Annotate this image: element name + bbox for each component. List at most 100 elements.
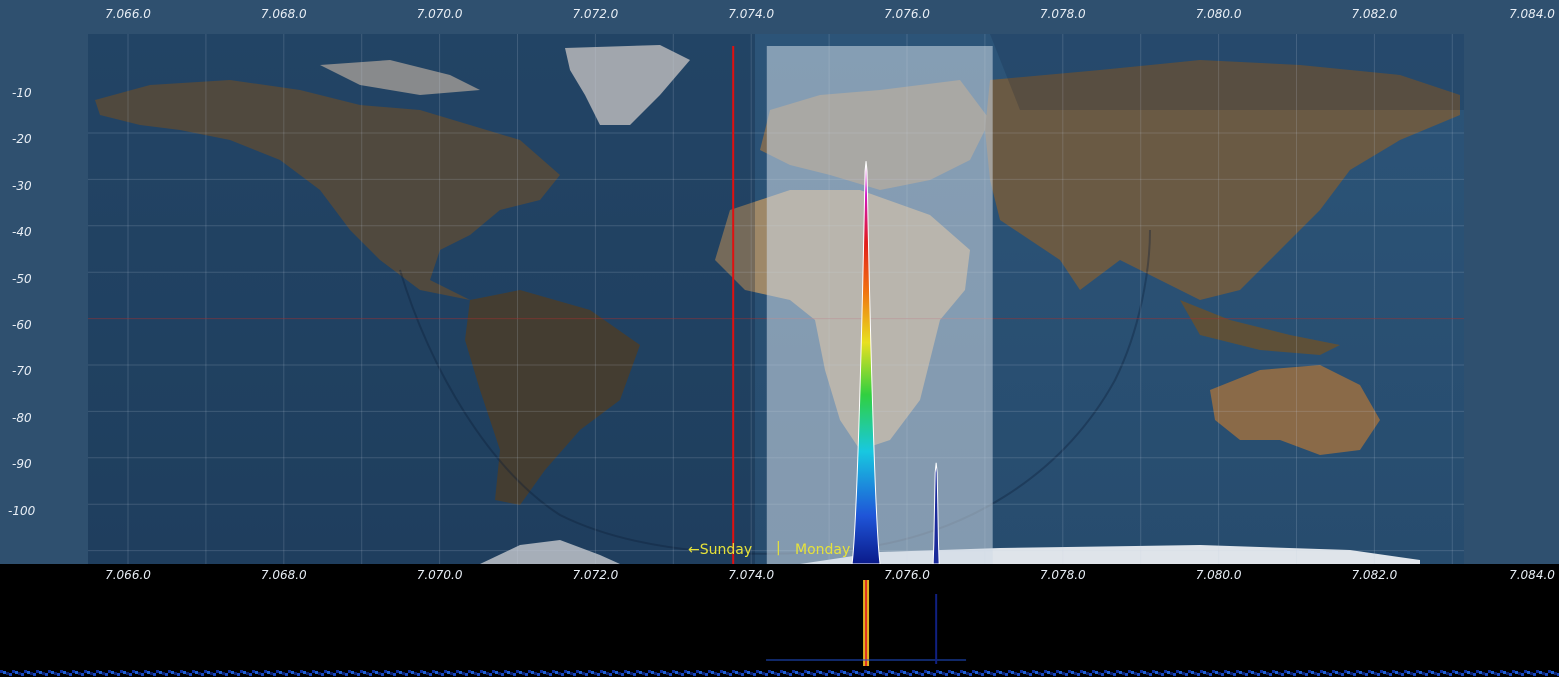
waterfall-noise-cell — [1242, 672, 1245, 675]
waterfall-noise-cell — [705, 673, 708, 676]
waterfall-noise-cell — [1179, 671, 1182, 674]
waterfall-noise-cell — [1404, 670, 1407, 673]
waterfall-noise-cell — [1098, 672, 1101, 675]
waterfall-noise-cell — [945, 673, 948, 676]
waterfall-noise-cell — [18, 672, 21, 675]
waterfall-noise-cell — [324, 670, 327, 673]
waterfall-noise-cell — [822, 672, 825, 675]
waterfall-noise-cell — [1176, 670, 1179, 673]
waterfall-noise-cell — [429, 673, 432, 676]
waterfall-noise-cell — [1125, 673, 1128, 676]
waterfall-noise-cell — [1218, 672, 1221, 675]
waterfall-noise-cell — [1317, 673, 1320, 676]
spectrum-display[interactable]: 7.066.0 7.068.0 7.070.0 7.072.0 7.074.0 7.076… — [0, 0, 1559, 564]
waterfall-weak-signal-trace — [935, 594, 938, 664]
waterfall-noise-cell — [576, 670, 579, 673]
waterfall-noise-cell — [1548, 670, 1551, 673]
waterfall-display[interactable] — [0, 564, 1559, 677]
waterfall-noise-cell — [963, 671, 966, 674]
waterfall-noise-cell — [783, 671, 786, 674]
waterfall-noise-cell — [1092, 670, 1095, 673]
waterfall-noise-cell — [150, 672, 153, 675]
waterfall-noise-cell — [1089, 673, 1092, 676]
waterfall-noise-cell — [120, 670, 123, 673]
waterfall-noise-cell — [1533, 673, 1536, 676]
waterfall-noise-cell — [885, 673, 888, 676]
waterfall-noise-cell — [1452, 670, 1455, 673]
waterfall-noise-cell — [1428, 670, 1431, 673]
waterfall-noise-cell — [1032, 670, 1035, 673]
waterfall-noise-cell — [522, 672, 525, 675]
waterfall-noise-cell — [396, 670, 399, 673]
waterfall-noise-cell — [1419, 671, 1422, 674]
waterfall-noise-cell — [357, 673, 360, 676]
waterfall-noise-cell — [744, 670, 747, 673]
waterfall-noise-cell — [1485, 673, 1488, 676]
waterfall-noise-cell — [651, 671, 654, 674]
waterfall-noise-cell — [87, 671, 90, 674]
waterfall-noise-cell — [1086, 672, 1089, 675]
waterfall-noise-cell — [33, 673, 36, 676]
waterfall-noise-cell — [270, 672, 273, 675]
level-tick-label: -30 — [12, 178, 32, 193]
waterfall-noise-cell — [1203, 671, 1206, 674]
waterfall-noise-cell — [27, 671, 30, 674]
waterfall-noise-cell — [1002, 672, 1005, 675]
waterfall-noise-cell — [891, 671, 894, 674]
spectrum-canvas[interactable] — [0, 0, 1559, 564]
waterfall-noise-cell — [411, 671, 414, 674]
waterfall-noise-cell — [780, 670, 783, 673]
waterfall-noise-cell — [237, 673, 240, 676]
waterfall-noise-cell — [849, 673, 852, 676]
waterfall-noise-cell — [663, 671, 666, 674]
top-frequency-tick-label: 7.070.0 — [416, 7, 463, 21]
waterfall-noise-cell — [216, 670, 219, 673]
waterfall-noise-cell — [597, 673, 600, 676]
waterfall-noise-cell — [858, 672, 861, 675]
waterfall-canvas[interactable] — [0, 564, 1559, 677]
receiver-passband[interactable] — [766, 46, 993, 564]
waterfall-noise-cell — [114, 672, 117, 675]
waterfall-noise-cell — [159, 671, 162, 674]
waterfall-noise-cell — [1365, 673, 1368, 676]
waterfall-noise-cell — [1383, 671, 1386, 674]
waterfall-noise-cell — [621, 673, 624, 676]
top-frequency-tick-label: 7.080.0 — [1195, 7, 1242, 21]
waterfall-noise-cell — [1527, 671, 1530, 674]
waterfall-noise-cell — [405, 673, 408, 676]
waterfall-noise-cell — [1164, 670, 1167, 673]
waterfall-noise-cell — [1416, 670, 1419, 673]
waterfall-noise-cell — [1233, 673, 1236, 676]
waterfall-noise-cell — [753, 673, 756, 676]
waterfall-noise-cell — [141, 673, 144, 676]
waterfall-noise-cell — [1554, 672, 1557, 675]
waterfall-noise-cell — [204, 670, 207, 673]
waterfall-noise-cell — [285, 673, 288, 676]
level-tick-label: -60 — [12, 318, 32, 332]
level-tick-label: -10 — [12, 86, 32, 100]
waterfall-noise-cell — [528, 670, 531, 673]
waterfall-noise-cell — [1056, 670, 1059, 673]
waterfall-noise-cell — [1227, 671, 1230, 674]
waterfall-noise-cell — [735, 671, 738, 674]
waterfall-noise-cell — [984, 670, 987, 673]
waterfall-noise-cell — [69, 673, 72, 676]
waterfall-noise-cell — [1020, 670, 1023, 673]
waterfall-noise-cell — [1341, 673, 1344, 676]
waterfall-noise-cell — [1074, 672, 1077, 675]
waterfall-noise-cell — [1536, 670, 1539, 673]
waterfall-noise-cell — [948, 670, 951, 673]
waterfall-noise-cell — [603, 671, 606, 674]
waterfall-noise-cell — [936, 670, 939, 673]
waterfall-noise-cell — [729, 673, 732, 676]
waterfall-noise-cell — [978, 672, 981, 675]
waterfall-noise-cell — [1128, 670, 1131, 673]
top-frequency-tick-label: 7.082.0 — [1351, 7, 1398, 21]
waterfall-noise-cell — [291, 671, 294, 674]
waterfall-noise-cell — [702, 672, 705, 675]
waterfall-noise-cell — [1353, 673, 1356, 676]
waterfall-noise-cell — [471, 671, 474, 674]
waterfall-noise-cell — [768, 670, 771, 673]
waterfall-noise-cell — [819, 671, 822, 674]
waterfall-noise-cell — [402, 672, 405, 675]
